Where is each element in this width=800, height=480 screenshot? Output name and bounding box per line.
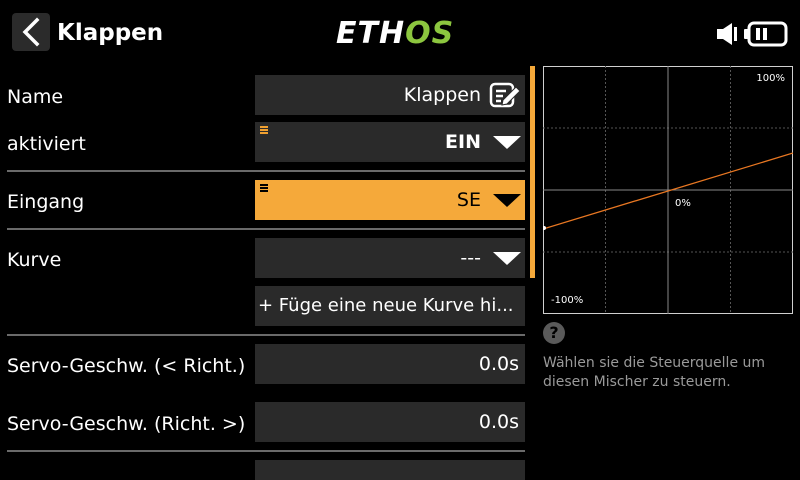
divider [7,450,525,452]
edit-icon [489,82,521,108]
next-field[interactable] [255,460,525,480]
servo-speed-up-label: Servo-Geschw. (Richt. >) [7,413,246,435]
activated-dropdown[interactable]: EIN [255,122,525,162]
page-title: Klappen [57,20,164,46]
curve-dropdown[interactable]: --- [255,238,525,278]
servo-speed-down-field[interactable]: 0.0s [255,344,525,384]
battery-icon[interactable] [744,21,788,47]
name-label: Name [7,86,64,108]
servo-speed-down-label: Servo-Geschw. (< Richt.) [7,355,246,377]
help-icon[interactable]: ? [543,322,565,344]
divider [7,228,525,230]
name-value: Klappen [403,84,481,106]
add-curve-button[interactable]: + Füge eine neue Kurve hi... [255,286,525,326]
dropdown-arrow-icon [493,136,521,149]
servo-speed-up-field[interactable]: 0.0s [255,402,525,442]
dropdown-arrow-icon [493,252,521,265]
option-marker-icon [260,126,268,134]
divider [7,334,525,336]
input-dropdown[interactable]: SE [255,180,525,220]
curve-value: --- [460,247,481,269]
scrollbar[interactable] [530,66,535,278]
divider [7,170,525,172]
input-label: Eingang [7,191,85,213]
dropdown-arrow-icon [493,194,521,207]
header-bar: Klappen ETHOS [0,0,800,58]
curve-label: Kurve [7,249,62,271]
activated-value: EIN [445,131,481,153]
graph-center-label: 0% [675,198,691,209]
help-text: Wählen sie die Steuerquelle um diesen Mi… [543,355,766,390]
output-curve-graph: 100% 0% -100% [543,66,793,314]
servo-speed-up-value: 0.0s [478,411,519,433]
back-button[interactable] [12,13,50,51]
activated-label: aktiviert [7,133,86,155]
servo-speed-down-value: 0.0s [478,353,519,375]
option-marker-icon [260,184,268,192]
speaker-icon[interactable] [716,22,738,46]
input-value: SE [456,189,481,211]
graph-top-label: 100% [756,73,785,84]
chevron-left-icon [22,17,40,47]
graph-bottom-label: -100% [551,295,583,306]
name-field[interactable]: Klappen [255,75,525,115]
ethos-logo: ETHOS [336,16,455,51]
